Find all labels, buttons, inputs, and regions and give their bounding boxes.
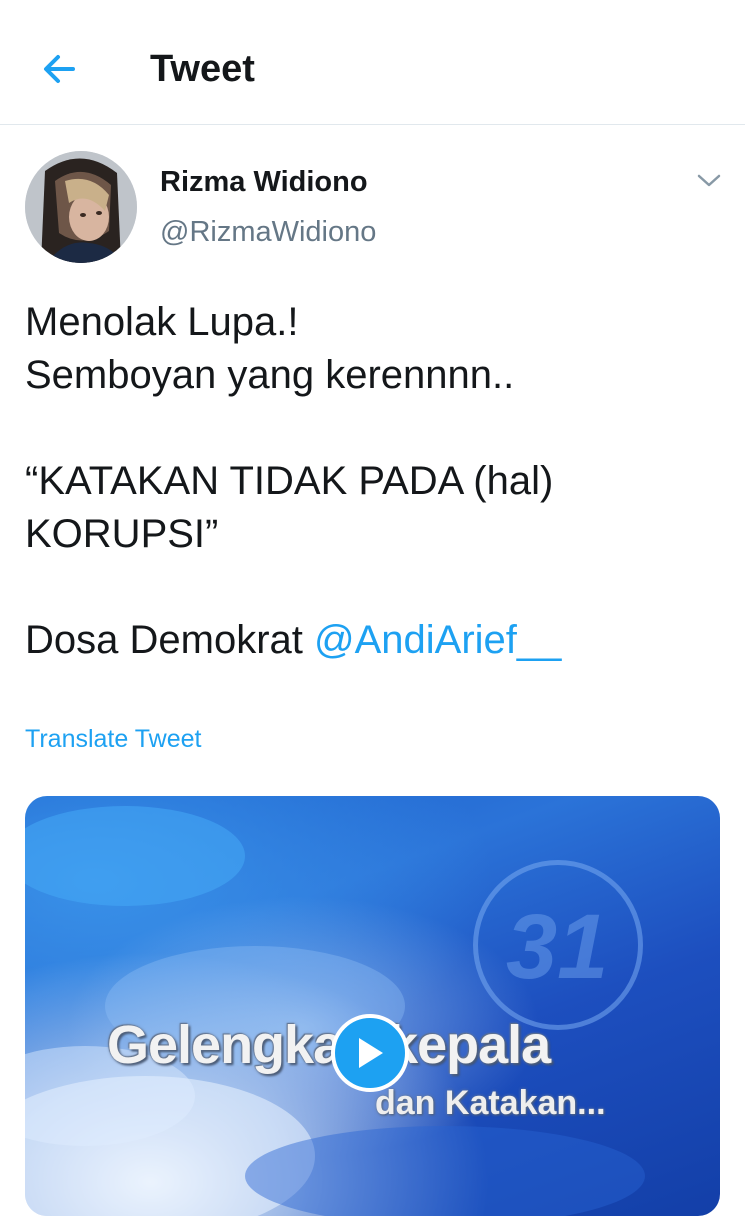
author-name[interactable]: Rizma Widiono [160,166,368,198]
play-icon [359,1038,383,1068]
video-caption-main: Gelengkan kepala [107,1015,551,1075]
app-header: Tweet [0,0,745,125]
video-caption-sub: dan Katakan... [375,1084,606,1122]
avatar-image [25,151,137,263]
mention-link[interactable]: @AndiArief__ [314,618,561,662]
tweet-line: Semboyan yang kerennnn.. [25,353,515,397]
tweet-menu-button[interactable] [694,166,724,196]
tweet-line: Menolak Lupa.! [25,300,299,344]
author-handle[interactable]: @RizmaWidiono [160,216,376,248]
video-media[interactable]: 31 Gelengkan kepala dan Katakan... [25,796,720,1216]
channel-logo-text: 31 [506,896,609,998]
tweet-line-text: Dosa Demokrat [25,618,314,662]
tweet-line: “KATAKAN TIDAK PADA (hal) [25,459,554,503]
arrow-left-icon [44,55,75,83]
back-button[interactable] [36,46,82,92]
page-title: Tweet [150,48,255,90]
tweet-line: KORUPSI” [25,512,219,556]
translate-tweet-link[interactable]: Translate Tweet [25,724,201,754]
channel-logo: 31 [473,860,643,1030]
tweet-line-last: Dosa Demokrat @AndiArief__ [25,614,725,667]
tweet-text: Menolak Lupa.! Semboyan yang kerennnn.. … [25,296,725,667]
play-button[interactable] [331,1014,409,1092]
chevron-down-icon [697,174,721,187]
avatar[interactable] [25,151,137,263]
